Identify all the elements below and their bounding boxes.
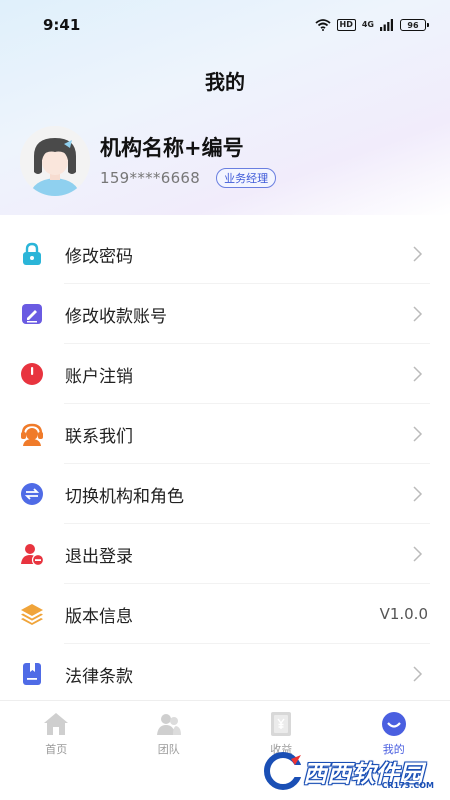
battery-icon: 96 xyxy=(400,19,429,31)
menu-label: 切换机构和角色 xyxy=(65,486,184,507)
bookmark-icon xyxy=(20,662,44,686)
status-time: 9:41 xyxy=(43,16,81,34)
menu-item-version-info[interactable]: 版本信息 V1.0.0 xyxy=(0,584,450,644)
girl-avatar-icon xyxy=(20,126,90,196)
watermark-sub: CR173.COM xyxy=(381,781,434,790)
home-icon xyxy=(42,710,70,738)
menu-label: 退出登录 xyxy=(65,546,133,567)
menu-label: 联系我们 xyxy=(65,426,133,447)
phone-number: 159****6668 xyxy=(100,169,201,187)
network-label: 4G xyxy=(361,20,374,29)
page-title: 我的 xyxy=(205,70,245,94)
menu-item-contact-us[interactable]: 联系我们 xyxy=(0,404,450,464)
menu-item-switch-role[interactable]: 切换机构和角色 xyxy=(0,464,450,524)
menu-item-account-cancel[interactable]: 账户注销 xyxy=(0,344,450,404)
menu-label: 法律条款 xyxy=(65,666,133,687)
menu-item-legal-terms[interactable]: 法律条款 xyxy=(0,644,450,704)
menu-item-change-account[interactable]: 修改收款账号 xyxy=(0,284,450,344)
chevron-right-icon xyxy=(413,246,423,262)
org-name: 机构名称+编号 xyxy=(100,136,244,160)
menu-item-logout[interactable]: 退出登录 xyxy=(0,524,450,584)
profile-icon xyxy=(380,710,408,738)
wifi-icon xyxy=(314,19,331,31)
menu-label: 修改收款账号 xyxy=(65,306,167,327)
menu-label: 修改密码 xyxy=(65,246,133,267)
status-bar: 9:41 HD 4G 96 xyxy=(0,0,450,50)
chevron-right-icon xyxy=(413,366,423,382)
watermark-logo-icon xyxy=(264,752,303,790)
avatar[interactable] xyxy=(20,126,90,196)
menu-label: 版本信息 xyxy=(65,606,133,627)
phone-row: 159****6668 业务经理 xyxy=(100,168,277,188)
tab-label: 首页 xyxy=(45,743,68,756)
version-value: V1.0.0 xyxy=(379,605,428,623)
status-icons: HD 4G 96 xyxy=(314,19,429,31)
edit-icon xyxy=(20,302,44,326)
tab-label: 团队 xyxy=(157,743,180,756)
battery-level: 96 xyxy=(407,20,419,30)
chevron-right-icon xyxy=(413,666,423,682)
customer-service-icon xyxy=(20,422,44,446)
switch-icon xyxy=(20,482,44,506)
tab-team[interactable]: 团队 xyxy=(113,701,226,761)
menu-item-change-password[interactable]: 修改密码 xyxy=(0,224,450,284)
logout-user-icon xyxy=(20,542,44,566)
chevron-right-icon xyxy=(413,426,423,442)
watermark: 西西软件园 CR173.COM xyxy=(263,748,438,794)
menu-label: 账户注销 xyxy=(65,366,133,387)
profile-info: 机构名称+编号 159****6668 业务经理 xyxy=(100,134,277,188)
lock-icon xyxy=(20,242,44,266)
profile-card[interactable]: 机构名称+编号 159****6668 业务经理 xyxy=(20,126,277,196)
settings-menu: 修改密码 修改收款账号 账户注销 联系我们 切换机构和角色 退出登录 版本信息 … xyxy=(0,224,450,704)
team-icon xyxy=(155,710,183,738)
layers-icon xyxy=(20,602,44,626)
signal-icon xyxy=(380,19,393,31)
hd-badge: HD xyxy=(336,19,356,31)
power-icon xyxy=(20,362,44,386)
role-badge: 业务经理 xyxy=(216,168,277,188)
chevron-right-icon xyxy=(413,306,423,322)
chevron-right-icon xyxy=(413,546,423,562)
tab-home[interactable]: 首页 xyxy=(0,701,113,761)
earnings-icon xyxy=(267,710,295,738)
chevron-right-icon xyxy=(413,486,423,502)
